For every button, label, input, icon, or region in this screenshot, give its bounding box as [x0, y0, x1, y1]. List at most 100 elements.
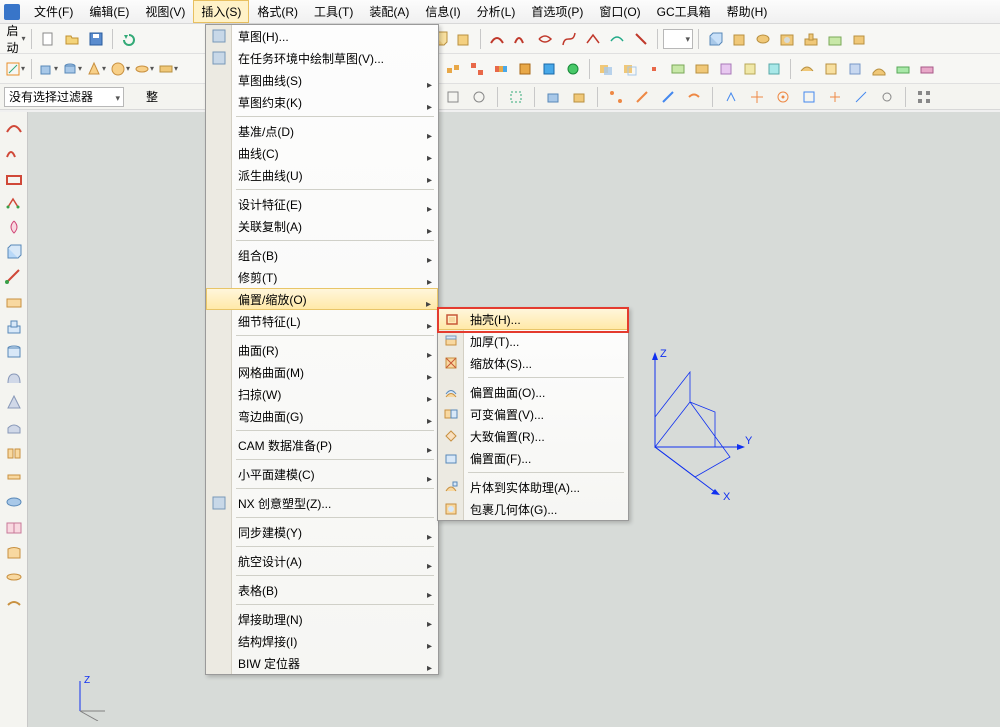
vtb-10[interactable] [2, 340, 26, 364]
menu-item[interactable]: 关联复制(A) [206, 215, 438, 237]
tb-asm4[interactable] [514, 58, 536, 80]
submenu-item[interactable]: 加厚(T)... [438, 330, 628, 352]
selection-filter[interactable]: 没有选择过滤器 [4, 87, 124, 107]
submenu-item[interactable]: 片体到实体助理(A)... [438, 476, 628, 498]
menu-help[interactable]: 帮助(H) [719, 0, 776, 23]
menu-edit[interactable]: 编辑(E) [81, 0, 137, 23]
flt-snap8[interactable] [798, 86, 820, 108]
flt-grid[interactable] [913, 86, 935, 108]
tb-curve3[interactable] [534, 28, 556, 50]
vtb-8[interactable] [2, 290, 26, 314]
menu-item[interactable]: 草图约束(K) [206, 91, 438, 113]
tb-asm1[interactable] [442, 58, 464, 80]
tb-curve4[interactable] [558, 28, 580, 50]
tb-surf3[interactable] [844, 58, 866, 80]
tb-hole[interactable] [776, 28, 798, 50]
menu-item[interactable]: 同步建模(Y) [206, 521, 438, 543]
menu-item[interactable]: 扫掠(W) [206, 383, 438, 405]
flt-snap11[interactable] [876, 86, 898, 108]
flt-b3[interactable] [468, 86, 490, 108]
submenu-item[interactable]: 偏置曲面(O)... [438, 381, 628, 403]
flt-snap4[interactable] [683, 86, 705, 108]
tb-bool6[interactable] [715, 58, 737, 80]
submenu-item[interactable]: 大致偏置(R)... [438, 425, 628, 447]
undo-button[interactable] [118, 28, 140, 50]
vtb-19[interactable] [2, 565, 26, 589]
menu-view[interactable]: 视图(V) [137, 0, 193, 23]
tb-boss[interactable] [824, 28, 846, 50]
tb-bool2[interactable] [619, 58, 641, 80]
tb-curve7[interactable] [630, 28, 652, 50]
tb-sketch[interactable] [4, 58, 26, 80]
menu-item[interactable]: 组合(B) [206, 244, 438, 266]
menu-item[interactable]: 曲面(R) [206, 339, 438, 361]
tb-bool5[interactable] [691, 58, 713, 80]
tb-curve5[interactable] [582, 28, 604, 50]
vtb-20[interactable] [2, 590, 26, 614]
flt-snap5[interactable] [720, 86, 742, 108]
submenu-item[interactable]: 偏置面(F)... [438, 447, 628, 469]
flt-snap10[interactable] [850, 86, 872, 108]
flt-b5[interactable] [542, 86, 564, 108]
tb-curve1[interactable] [486, 28, 508, 50]
tb-prim-block[interactable] [37, 58, 59, 80]
menu-assembly[interactable]: 装配(A) [361, 0, 417, 23]
tb-asm3[interactable] [490, 58, 512, 80]
tb-revolve[interactable] [752, 28, 774, 50]
tb-num-input[interactable] [663, 29, 693, 49]
tb-block[interactable] [704, 28, 726, 50]
tb-prim-gear[interactable] [157, 58, 179, 80]
tb-bool8[interactable] [763, 58, 785, 80]
tb-prim-cyl[interactable] [61, 58, 83, 80]
tb-asm2[interactable] [466, 58, 488, 80]
tb-curve6[interactable] [606, 28, 628, 50]
vtb-13[interactable] [2, 415, 26, 439]
tb-surf1[interactable] [796, 58, 818, 80]
menu-item[interactable]: 草图(H)... [206, 25, 438, 47]
tb-surf6[interactable] [916, 58, 938, 80]
tb-asm6[interactable] [562, 58, 584, 80]
vtb-15[interactable] [2, 465, 26, 489]
menu-gctoolbox[interactable]: GC工具箱 [649, 0, 719, 23]
menu-analysis[interactable]: 分析(L) [469, 0, 524, 23]
flt-snap9[interactable] [824, 86, 846, 108]
vtb-11[interactable] [2, 365, 26, 389]
menu-item[interactable]: 派生曲线(U) [206, 164, 438, 186]
menu-item[interactable]: 焊接助理(N) [206, 608, 438, 630]
menu-tools[interactable]: 工具(T) [306, 0, 361, 23]
menu-file[interactable]: 文件(F) [26, 0, 81, 23]
flt-snap6[interactable] [746, 86, 768, 108]
menu-item[interactable]: 修剪(T) [206, 266, 438, 288]
tb-bool3[interactable] [643, 58, 665, 80]
submenu-item[interactable]: 包裹几何体(G)... [438, 498, 628, 520]
menu-item[interactable]: CAM 数据准备(P) [206, 434, 438, 456]
tb-surf5[interactable] [892, 58, 914, 80]
open-button[interactable] [61, 28, 83, 50]
menu-item[interactable]: 草图曲线(S) [206, 69, 438, 91]
tb-surf2[interactable] [820, 58, 842, 80]
menu-preferences[interactable]: 首选项(P) [523, 0, 591, 23]
tb-rib[interactable] [800, 28, 822, 50]
vtb-7[interactable] [2, 265, 26, 289]
vtb-9[interactable] [2, 315, 26, 339]
menu-item[interactable]: 网格曲面(M) [206, 361, 438, 383]
tb-asm5[interactable] [538, 58, 560, 80]
menu-item[interactable]: BIW 定位器 [206, 652, 438, 674]
tb-pad[interactable] [848, 28, 870, 50]
tb-extrude[interactable] [728, 28, 750, 50]
tb-prim-tube[interactable] [133, 58, 155, 80]
launch-button[interactable]: 启动 [4, 28, 26, 50]
flt-snap2[interactable] [631, 86, 653, 108]
tb-cube2[interactable] [453, 28, 475, 50]
flt-snap7[interactable] [772, 86, 794, 108]
menu-window[interactable]: 窗口(O) [591, 0, 648, 23]
menu-item[interactable]: 基准/点(D) [206, 120, 438, 142]
menu-item[interactable]: 偏置/缩放(O) [206, 288, 438, 310]
menu-info[interactable]: 信息(I) [417, 0, 468, 23]
vtb-14[interactable] [2, 440, 26, 464]
vtb-12[interactable] [2, 390, 26, 414]
menu-item[interactable]: 曲线(C) [206, 142, 438, 164]
menu-format[interactable]: 格式(R) [249, 0, 306, 23]
flt-snap1[interactable] [605, 86, 627, 108]
vtb-4[interactable] [2, 190, 26, 214]
